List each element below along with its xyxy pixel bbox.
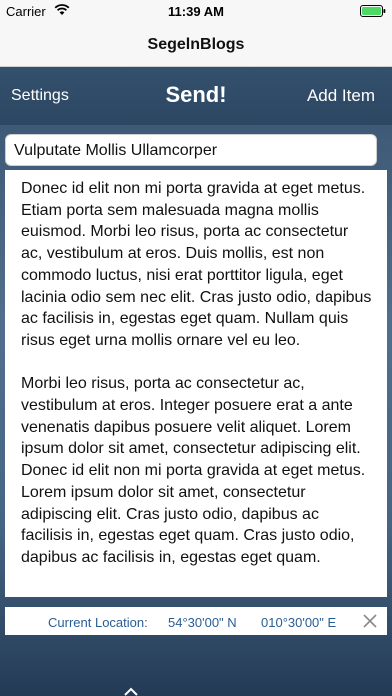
latitude-value: 54°30'00" N [168,615,237,630]
body-paragraph: Morbi leo risus, porta ac consectetur ac… [21,375,366,566]
clock: 11:39 AM [168,4,224,19]
battery-icon [360,5,386,17]
settings-button[interactable]: Settings [11,87,69,105]
send-button[interactable]: Send! [165,82,226,107]
app-title-bar: SegelnBlogs [0,22,392,67]
close-icon[interactable] [361,612,379,630]
app-title: SegelnBlogs [147,36,245,53]
toolbar: Settings Send! Add Item [0,67,392,125]
add-item-button[interactable]: Add Item [307,86,375,106]
chevron-up-icon[interactable] [121,686,141,696]
post-title-field[interactable]: Vulputate Mollis Ullamcorper [5,134,377,166]
location-bar: Current Location: 54°30'00" N 010°30'00"… [5,607,387,635]
body-paragraph: Donec id elit non mi porta gravida at eg… [21,180,372,349]
post-body-textarea[interactable]: Donec id elit non mi porta gravida at eg… [5,170,387,597]
longitude-value: 010°30'00" E [261,615,337,630]
location-label: Current Location: [48,615,148,630]
status-bar: Carrier 11:39 AM [0,0,392,22]
